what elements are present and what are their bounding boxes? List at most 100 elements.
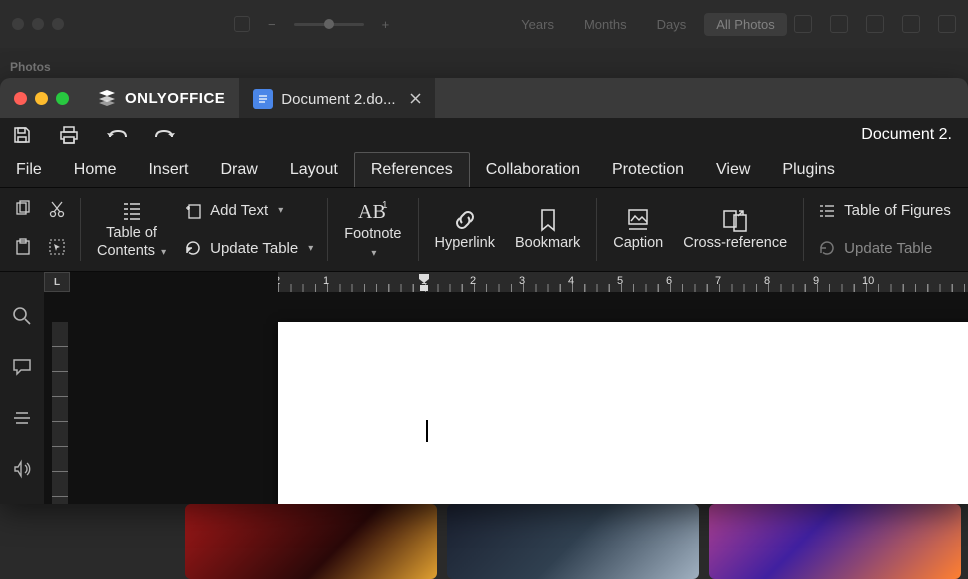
menu-references[interactable]: References xyxy=(354,152,470,187)
refresh-icon xyxy=(818,239,836,257)
headings-button[interactable] xyxy=(12,408,32,431)
cross-reference-button[interactable]: Cross-reference xyxy=(673,188,797,271)
caption-label: Caption xyxy=(613,235,663,252)
photo-thumbnail xyxy=(185,504,437,579)
table-of-figures-button[interactable]: Table of Figures xyxy=(818,202,951,220)
photos-view-tabs: Years Months Days All Photos xyxy=(509,13,787,36)
horizontal-ruler[interactable] xyxy=(278,272,968,292)
menu-draw[interactable]: Draw xyxy=(204,152,273,187)
table-of-figures-label: Table of Figures xyxy=(844,202,951,219)
photos-share-icon xyxy=(830,15,848,33)
quick-access-toolbar: Document 2. xyxy=(0,118,968,152)
photos-max-dim xyxy=(52,18,64,30)
photos-favorite-icon xyxy=(866,15,884,33)
traffic-lights xyxy=(0,92,83,105)
photo-thumbnail xyxy=(447,504,699,579)
footnote-icon: AB1 xyxy=(358,198,388,224)
photos-zoom-slider xyxy=(294,23,364,26)
editor-area: L xyxy=(0,272,968,504)
link-icon xyxy=(452,207,478,233)
window-minimize-button[interactable] xyxy=(35,92,48,105)
document-tab-title: Document 2.do... xyxy=(281,91,395,108)
photo-thumbnail xyxy=(709,504,961,579)
menu-view[interactable]: View xyxy=(700,152,766,187)
ribbon-references: Table ofContents ▾ Add Text ▾ Update Tab… xyxy=(0,188,968,272)
table-of-contents-button[interactable]: Table ofContents ▾ xyxy=(87,188,176,271)
bookmark-label: Bookmark xyxy=(515,235,580,252)
zoom-out-icon: − xyxy=(268,17,276,32)
cut-icon[interactable] xyxy=(48,200,66,221)
menu-bar: File Home Insert Draw Layout References … xyxy=(0,152,968,188)
left-side-toolbar xyxy=(0,272,44,504)
bookmark-icon xyxy=(537,207,559,233)
indent-marker[interactable] xyxy=(417,272,431,295)
onlyoffice-window: ONLYOFFICE Document 2.do... Document 2. xyxy=(0,78,968,504)
save-button[interactable] xyxy=(12,125,32,145)
zoom-in-icon: + xyxy=(382,17,390,32)
menu-insert[interactable]: Insert xyxy=(132,152,204,187)
menu-file[interactable]: File xyxy=(0,152,58,187)
menu-collaboration[interactable]: Collaboration xyxy=(470,152,596,187)
brand-tab[interactable]: ONLYOFFICE xyxy=(83,78,239,118)
window-maximize-button[interactable] xyxy=(56,92,69,105)
svg-text:1: 1 xyxy=(382,200,388,211)
photos-titlebar: − + Years Months Days All Photos xyxy=(0,0,968,48)
brand-label: ONLYOFFICE xyxy=(125,90,225,107)
menu-home[interactable]: Home xyxy=(58,152,133,187)
refresh-icon xyxy=(184,239,202,257)
menu-layout[interactable]: Layout xyxy=(274,152,354,187)
menu-protection[interactable]: Protection xyxy=(596,152,700,187)
photos-sidebar-label: Photos xyxy=(10,60,51,74)
photos-thumbnail-row xyxy=(185,504,961,579)
cross-reference-label: Cross-reference xyxy=(683,235,787,252)
titlebar: ONLYOFFICE Document 2.do... xyxy=(0,78,968,118)
add-text-label: Add Text xyxy=(210,202,268,219)
menu-plugins[interactable]: Plugins xyxy=(766,152,850,187)
photos-traffic-lights xyxy=(12,18,64,30)
copy-icon[interactable] xyxy=(14,200,32,221)
photos-close-dim xyxy=(12,18,24,30)
photos-search-icon xyxy=(938,15,956,33)
document-icon xyxy=(253,89,273,109)
footnote-button[interactable]: AB1 Footnote▾ xyxy=(334,188,411,271)
photos-tab-days: Days xyxy=(645,13,699,36)
table-of-figures-icon xyxy=(818,202,836,220)
update-table-button[interactable]: Update Table ▾ xyxy=(184,239,313,257)
bookmark-button[interactable]: Bookmark xyxy=(505,188,590,271)
cross-reference-icon xyxy=(721,207,749,233)
paste-icon[interactable] xyxy=(14,238,32,259)
photos-sidebar-toggle xyxy=(234,16,250,32)
footnote-label: Footnote xyxy=(344,226,401,242)
document-page[interactable] xyxy=(278,322,968,504)
comments-button[interactable] xyxy=(12,357,32,380)
document-title: Document 2. xyxy=(861,126,956,144)
add-text-icon xyxy=(184,202,202,220)
close-tab-icon[interactable] xyxy=(410,91,421,108)
photos-min-dim xyxy=(32,18,44,30)
onlyoffice-logo-icon xyxy=(97,88,117,108)
hyperlink-button[interactable]: Hyperlink xyxy=(425,188,505,271)
photos-rotate-icon xyxy=(902,15,920,33)
print-button[interactable] xyxy=(58,125,80,145)
select-all-icon[interactable] xyxy=(48,238,66,259)
photos-tab-years: Years xyxy=(509,13,566,36)
caption-icon xyxy=(625,207,651,233)
document-tab[interactable]: Document 2.do... xyxy=(239,78,434,118)
toc-label-1: Table of xyxy=(106,225,157,241)
photos-info-icon xyxy=(794,15,812,33)
caption-button[interactable]: Caption xyxy=(603,188,673,271)
undo-button[interactable] xyxy=(106,127,128,143)
photos-tab-all: All Photos xyxy=(704,13,787,36)
toc-label-2: Contents xyxy=(97,243,155,259)
hyperlink-label: Hyperlink xyxy=(435,235,495,252)
photos-right-toolbar xyxy=(794,15,956,33)
feedback-button[interactable] xyxy=(12,459,32,482)
photos-zoom-controls: − + xyxy=(234,16,389,32)
find-button[interactable] xyxy=(12,306,32,329)
window-close-button[interactable] xyxy=(14,92,27,105)
ruler-corner[interactable]: L xyxy=(44,272,70,292)
redo-button[interactable] xyxy=(154,127,176,143)
update-table-figures-label: Update Table xyxy=(844,240,932,257)
add-text-button[interactable]: Add Text ▾ xyxy=(184,202,313,220)
vertical-ruler[interactable] xyxy=(52,322,68,504)
